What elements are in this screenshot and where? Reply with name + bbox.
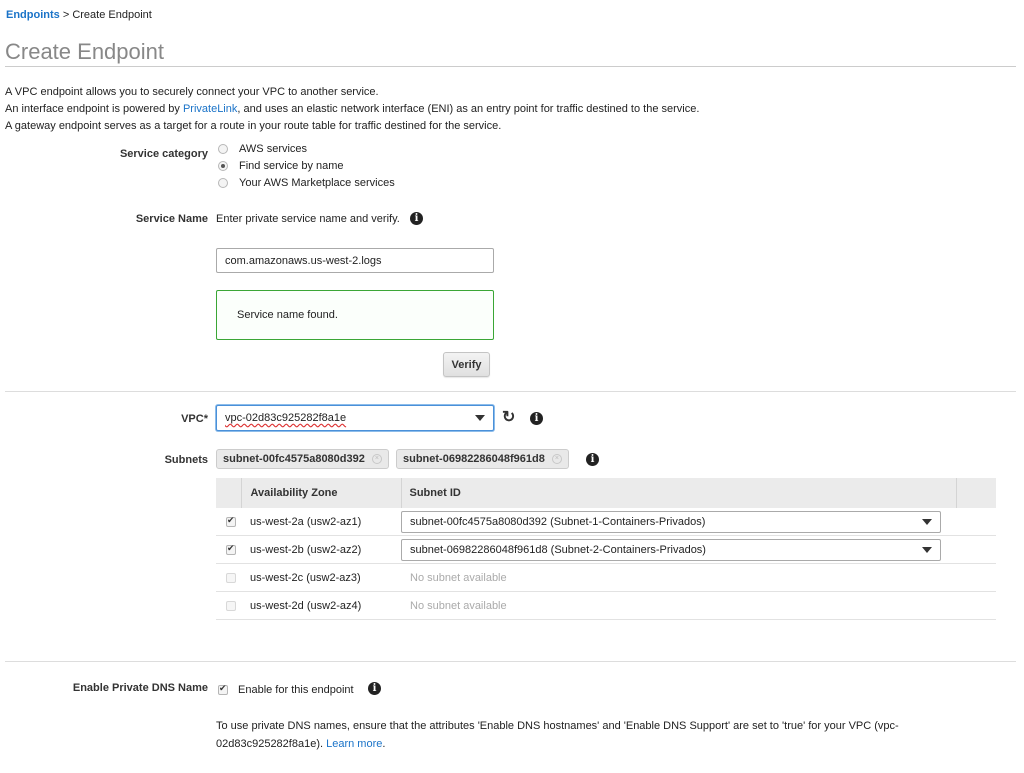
availability-zone-cell: us-west-2d (usw2-az4) xyxy=(241,591,401,620)
subnet-tag-label: subnet-00fc4575a8080d392 xyxy=(223,453,365,465)
radio-label: Find service by name xyxy=(239,159,344,172)
private-dns-note-line-1: To use private DNS names, ensure that th… xyxy=(216,720,899,732)
subnet-tag-label: subnet-06982286048f961d8 xyxy=(403,453,545,465)
subnet-select[interactable]: subnet-06982286048f961d8 (Subnet-2-Conta… xyxy=(401,538,941,561)
column-header-subnet-id[interactable]: Subnet ID xyxy=(400,478,956,508)
service-name-input[interactable]: com.amazonaws.us-west-2.logs xyxy=(216,248,494,273)
verify-button[interactable]: Verify xyxy=(443,352,490,377)
availability-zone-cell: us-west-2b (usw2-az2) xyxy=(241,535,401,564)
service-name-value: com.amazonaws.us-west-2.logs xyxy=(225,254,382,267)
vpc-select[interactable]: vpc-02d83c925282f8a1e xyxy=(216,405,494,431)
service-name-label: Service Name xyxy=(135,213,208,225)
service-name-hint: Enter private service name and verify. xyxy=(216,213,400,225)
row-checkbox-disabled xyxy=(226,600,236,611)
column-header-spacer xyxy=(955,478,996,508)
table-row: us-west-2c (usw2-az3) No subnet availabl… xyxy=(216,563,996,592)
subnet-select-value: subnet-00fc4575a8080d392 (Subnet-1-Conta… xyxy=(410,515,706,528)
subnets-table: Availability Zone Subnet ID us-west-2a (… xyxy=(216,478,996,620)
info-icon[interactable]: i xyxy=(410,212,423,225)
private-dns-note-text: 02d83c925282f8a1e). xyxy=(216,738,327,750)
radio-label: Your AWS Marketplace services xyxy=(239,176,395,189)
caret-down-icon xyxy=(922,546,932,553)
service-found-alert: Service name found. xyxy=(216,290,494,340)
learn-more-link[interactable]: Learn more xyxy=(326,738,382,750)
page-title: Create Endpoint xyxy=(5,39,164,64)
no-subnet-text: No subnet available xyxy=(401,563,996,592)
private-dns-note-line-2: 02d83c925282f8a1e). Learn more. xyxy=(216,735,899,753)
subnet-select-value: subnet-06982286048f961d8 (Subnet-2-Conta… xyxy=(410,543,706,556)
subnet-select[interactable]: subnet-00fc4575a8080d392 (Subnet-1-Conta… xyxy=(401,510,941,533)
radio-label: AWS services xyxy=(239,142,308,155)
private-dns-checkbox-row[interactable]: Enable for this endpoint xyxy=(218,683,354,696)
subnet-tag: subnet-06982286048f961d8 × xyxy=(396,449,569,469)
private-dns-checkbox-label: Enable for this endpoint xyxy=(238,684,354,696)
caret-down-icon xyxy=(922,518,932,525)
service-category-radio-group: AWS services Find service by name Your A… xyxy=(218,140,395,191)
intro-line-2: An interface endpoint is powered by Priv… xyxy=(5,101,699,118)
refresh-icon[interactable]: ↻ xyxy=(502,410,515,426)
table-header-checkbox xyxy=(216,478,241,508)
service-found-message: Service name found. xyxy=(237,309,338,321)
breadcrumb-separator: > xyxy=(59,9,73,21)
info-icon[interactable]: i xyxy=(530,412,543,425)
table-row: us-west-2d (usw2-az4) No subnet availabl… xyxy=(216,591,996,620)
title-divider xyxy=(5,66,1016,67)
radio-marketplace-services[interactable]: Your AWS Marketplace services xyxy=(218,174,395,191)
column-header-availability-zone[interactable]: Availability Zone xyxy=(240,478,401,508)
table-row: us-west-2b (usw2-az2) subnet-06982286048… xyxy=(216,535,996,564)
subnet-tag: subnet-00fc4575a8080d392 × xyxy=(216,449,389,469)
breadcrumb: Endpoints > Create Endpoint xyxy=(6,9,152,21)
private-dns-note: To use private DNS names, ensure that th… xyxy=(216,717,899,753)
vpc-select-value: vpc-02d83c925282f8a1e xyxy=(225,412,347,424)
row-checkbox[interactable] xyxy=(226,543,236,555)
remove-tag-icon[interactable]: × xyxy=(371,454,382,464)
private-dns-checkbox[interactable] xyxy=(218,683,228,695)
no-subnet-text: No subnet available xyxy=(401,591,996,620)
table-row: us-west-2a (usw2-az1) subnet-00fc4575a80… xyxy=(216,508,996,536)
intro-line-2-text: An interface endpoint is powered by xyxy=(5,103,183,115)
radio-aws-services[interactable]: AWS services xyxy=(218,140,395,157)
private-dns-label: Enable Private DNS Name xyxy=(72,682,208,694)
privatelink-link[interactable]: PrivateLink xyxy=(183,103,237,115)
breadcrumb-endpoints-link[interactable]: Endpoints xyxy=(6,9,60,21)
intro-line-3: A gateway endpoint serves as a target fo… xyxy=(5,120,502,132)
row-checkbox-disabled xyxy=(226,572,236,583)
private-dns-note-end: . xyxy=(382,738,386,750)
row-checkbox[interactable] xyxy=(226,515,236,527)
availability-zone-cell: us-west-2c (usw2-az3) xyxy=(241,563,401,592)
radio-button[interactable] xyxy=(218,177,228,188)
intro-text: A VPC endpoint allows you to securely co… xyxy=(5,84,699,135)
section-divider xyxy=(5,661,1016,662)
subnets-label: Subnets xyxy=(164,454,208,466)
section-divider xyxy=(5,391,1016,392)
intro-line-1: A VPC endpoint allows you to securely co… xyxy=(5,86,379,98)
radio-button[interactable] xyxy=(218,143,228,154)
breadcrumb-current: Create Endpoint xyxy=(72,9,152,21)
remove-tag-icon[interactable]: × xyxy=(551,454,562,464)
radio-button-selected[interactable] xyxy=(218,160,228,171)
table-header-row: Availability Zone Subnet ID xyxy=(216,478,996,508)
radio-find-service-by-name[interactable]: Find service by name xyxy=(218,157,395,174)
service-category-label: Service category xyxy=(119,148,208,160)
caret-down-icon xyxy=(475,415,485,421)
vpc-label: VPC* xyxy=(181,413,208,425)
intro-line-2-rest: , and uses an elastic network interface … xyxy=(237,103,700,115)
info-icon[interactable]: i xyxy=(368,682,381,695)
availability-zone-cell: us-west-2a (usw2-az1) xyxy=(241,508,401,536)
info-icon[interactable]: i xyxy=(586,453,599,466)
